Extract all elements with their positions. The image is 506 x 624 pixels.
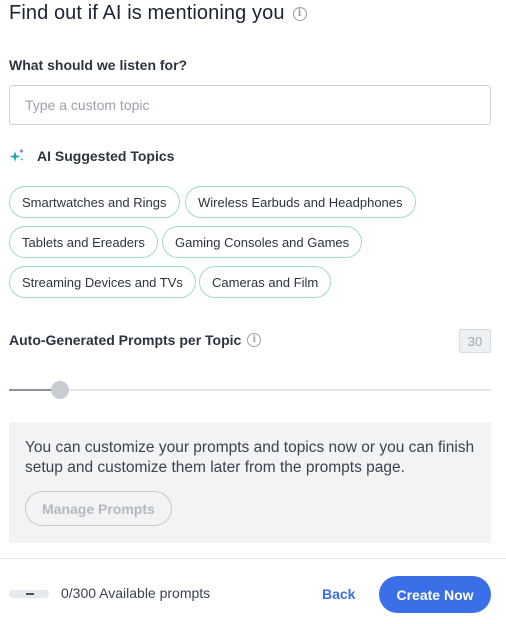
info-icon[interactable]: i (292, 6, 307, 21)
custom-topic-input[interactable] (9, 85, 491, 125)
topic-chip[interactable]: Gaming Consoles and Games (162, 226, 363, 258)
back-button[interactable]: Back (322, 586, 355, 602)
listen-label: What should we listen for? (9, 57, 188, 73)
footer-divider (0, 558, 506, 559)
info-icon[interactable]: i (247, 333, 262, 347)
topic-chip[interactable]: Cameras and Film (199, 266, 332, 298)
manage-prompts-button[interactable]: Manage Prompts (25, 491, 172, 526)
title-row: Find out if AI is mentioning you i (9, 2, 307, 25)
create-now-button[interactable]: Create Now (379, 576, 491, 613)
progress-dash (26, 593, 34, 595)
available-prompts-text: 0/300 Available prompts (61, 585, 211, 601)
prompts-per-topic-row: Auto-Generated Prompts per Topic i (9, 332, 262, 348)
prompts-per-topic-label: Auto-Generated Prompts per Topic (9, 332, 242, 348)
topic-chip[interactable]: Smartwatches and Rings (9, 186, 180, 218)
suggested-topics-label: AI Suggested Topics (37, 148, 175, 164)
customize-info-panel: You can customize your prompts and topic… (9, 422, 491, 543)
customize-info-text: You can customize your prompts and topic… (25, 439, 475, 476)
topic-chip[interactable]: Streaming Devices and TVs (9, 266, 196, 298)
slider-thumb[interactable] (51, 381, 69, 399)
sparkle-icon (9, 148, 24, 162)
topic-chip[interactable]: Wireless Earbuds and Headphones (185, 186, 416, 218)
suggested-topics-header: AI Suggested Topics (9, 148, 174, 164)
slider-track[interactable] (9, 389, 491, 391)
page-title: Find out if AI is mentioning you (9, 2, 285, 24)
prompts-count-input[interactable]: 30 (459, 329, 491, 353)
topic-chip[interactable]: Tablets and Ereaders (9, 226, 158, 258)
